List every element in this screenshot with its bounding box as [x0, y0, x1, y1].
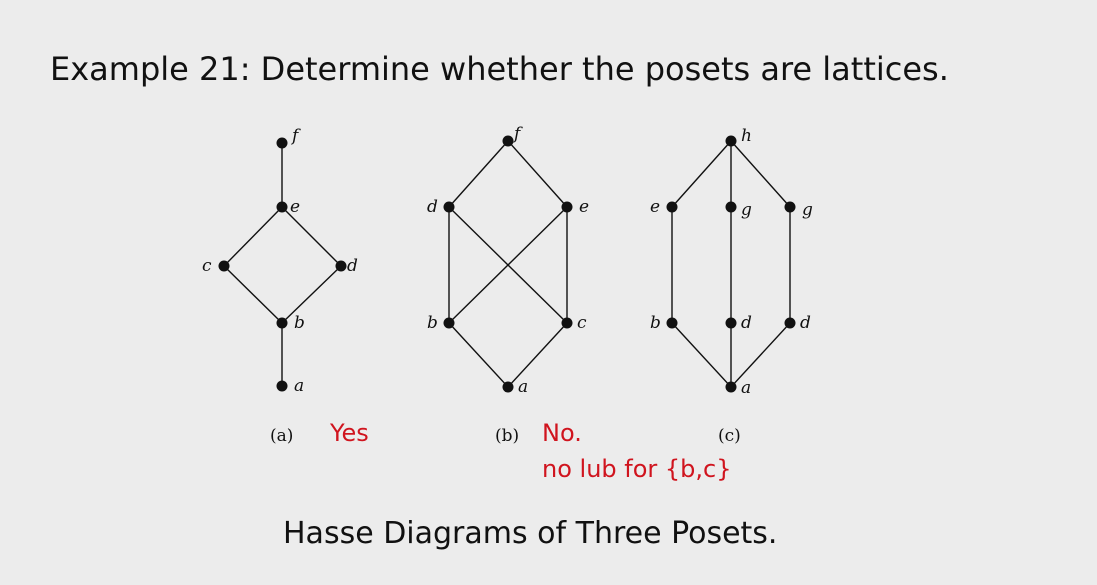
- hasse-diagram-b: a b c d e f: [427, 124, 589, 397]
- node-a-b: [276, 317, 288, 329]
- caption-a: (a): [270, 426, 293, 446]
- node-label-a-f: f: [290, 126, 301, 146]
- edge-a-c-e: [223, 206, 283, 267]
- node-label-c-e: e: [650, 197, 660, 217]
- edge-c-a-b: [671, 322, 732, 388]
- edge-b-a-c: [507, 322, 568, 388]
- edge-a-b-d: [281, 265, 342, 324]
- answer-a: Yes: [330, 419, 369, 447]
- edge-b-a-b: [448, 322, 509, 388]
- node-label-b-a: a: [518, 377, 528, 397]
- node-label-a-a: a: [294, 376, 304, 396]
- node-label-b-e: e: [579, 197, 589, 217]
- node-b-e: [561, 201, 573, 213]
- node-b-b: [443, 317, 455, 329]
- edge-b-d-f: [448, 140, 509, 208]
- hasse-diagram-c: a b d d e g g h: [650, 126, 813, 398]
- node-label-b-d: d: [427, 197, 438, 217]
- answer-b-note: no lub for {b,c}: [542, 455, 732, 483]
- node-label-c-g: g: [741, 200, 752, 220]
- node-label-a-e: e: [290, 197, 300, 217]
- answer-b: No.: [542, 419, 582, 447]
- node-a-c: [218, 260, 230, 272]
- edge-c-e-h: [671, 140, 732, 208]
- node-label-a-d: d: [347, 256, 358, 276]
- hasse-diagrams: a b c d e f a b c d e f a b d d e g g h (a) (b) (c): [202, 124, 813, 446]
- caption-b: (b): [495, 426, 519, 446]
- node-label-c-g2: g: [802, 200, 813, 220]
- node-b-a: [502, 381, 514, 393]
- node-c-a: [725, 381, 737, 393]
- node-label-b-f: f: [512, 124, 523, 144]
- node-label-b-c: c: [577, 313, 587, 333]
- hasse-diagram-a: a b c d e f: [202, 126, 358, 396]
- node-c-d: [725, 317, 737, 329]
- node-label-c-h: h: [741, 126, 752, 146]
- node-label-c-d: d: [741, 313, 752, 333]
- edge-a-b-c: [223, 265, 283, 324]
- node-c-g2: [784, 201, 796, 213]
- node-b-f: [502, 135, 514, 147]
- node-c-d2: [784, 317, 796, 329]
- node-a-d: [335, 260, 347, 272]
- node-a-e: [276, 201, 288, 213]
- diagram-caption: Hasse Diagrams of Three Posets.: [283, 516, 778, 551]
- node-b-d: [443, 201, 455, 213]
- node-label-c-a: a: [741, 378, 751, 398]
- node-c-e: [666, 201, 678, 213]
- node-label-c-b: b: [650, 313, 661, 333]
- node-c-g: [725, 201, 737, 213]
- node-label-b-b: b: [427, 313, 438, 333]
- node-label-a-c: c: [202, 256, 212, 276]
- node-a-a: [276, 380, 288, 392]
- caption-c: (c): [718, 426, 741, 446]
- edge-b-e-f: [507, 140, 568, 208]
- node-a-f: [276, 137, 288, 149]
- node-c-b: [666, 317, 678, 329]
- node-c-h: [725, 135, 737, 147]
- node-label-c-d2: d: [800, 313, 811, 333]
- node-b-c: [561, 317, 573, 329]
- node-label-a-b: b: [294, 313, 305, 333]
- edge-c-g2-h: [730, 140, 791, 208]
- edge-c-a-d2: [730, 322, 791, 388]
